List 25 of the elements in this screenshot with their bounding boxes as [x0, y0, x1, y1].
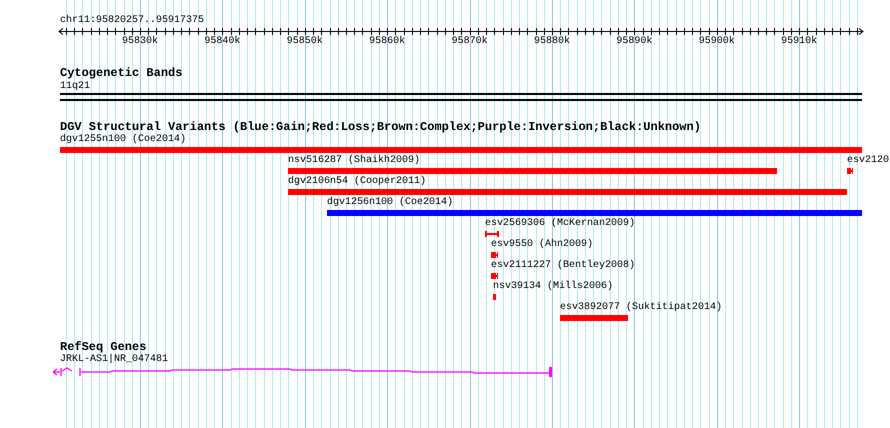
- gene-label: JRKL-AS1|NR_047481: [60, 354, 168, 366]
- variant-label: esv3892077 (Suktitipat2014): [560, 302, 722, 314]
- tick-label: 95860k: [369, 36, 406, 48]
- tick-label: 95870k: [452, 36, 488, 48]
- variant-label: esv2111227 (Bentley2008): [491, 260, 636, 272]
- track-title: Cytogenetic Bands: [60, 67, 182, 80]
- tick-label: 95850k: [286, 36, 323, 48]
- variant-label: esv9550 (Ahn2009): [491, 239, 594, 251]
- tick-label: 95880k: [534, 36, 570, 48]
- tick-label: 95830k: [122, 36, 158, 48]
- tick-label: 95910k: [781, 36, 818, 48]
- variant-label: dgv1255n100 (Coe2014): [60, 134, 186, 146]
- variant-label: dgv2106n54 (Cooper2011): [288, 176, 426, 188]
- variant-label: esv2569306 (McKernan2009): [485, 218, 636, 230]
- variant-label: dgv1256n100 (Coe2014): [327, 197, 454, 209]
- range-label: chr11:95820257..95917375: [60, 15, 204, 27]
- tick-label: 95890k: [616, 36, 652, 48]
- band-label: 11q21: [60, 81, 90, 93]
- variant-label: esv2120: [847, 155, 890, 167]
- variant-label: nsv39134 (Mills2006): [493, 281, 614, 293]
- track-title: DGV Structural Variants (Blue:Gain;Red:Loss;Brown:Complex;Purple:Inversion;Black:Unknown): [60, 121, 701, 134]
- tick-label: 95900k: [698, 36, 735, 48]
- tick-label: 95840k: [204, 36, 240, 48]
- variant-label: nsv516287 (Shaikh2009): [288, 155, 420, 167]
- track-title: RefSeq Genes: [60, 341, 146, 354]
